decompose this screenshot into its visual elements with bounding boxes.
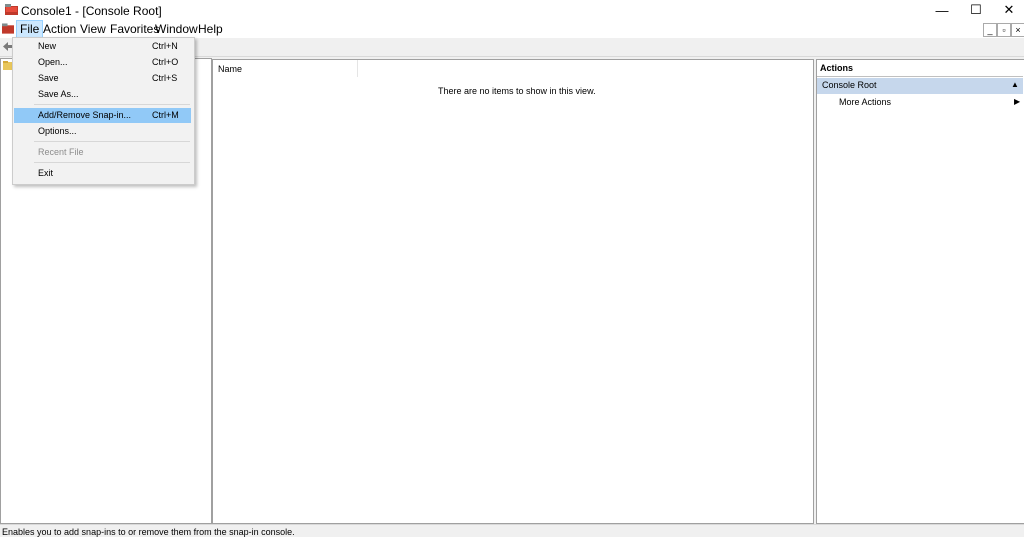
submenu-arrow-icon: ▶ xyxy=(1014,97,1021,106)
result-list-pane[interactable] xyxy=(212,59,814,524)
menu-item-open[interactable]: Open... Ctrl+O xyxy=(14,55,191,70)
column-header-name[interactable]: Name xyxy=(218,64,242,74)
menu-item-save[interactable]: Save Ctrl+S xyxy=(14,71,191,86)
menu-item-label: Save As... xyxy=(38,89,79,99)
menu-separator xyxy=(34,141,190,142)
mdi-restore-button[interactable]: ▫ xyxy=(997,23,1011,37)
menu-item-label: Save xyxy=(38,73,59,83)
menu-item-label: Recent File xyxy=(38,147,84,157)
collapse-up-icon[interactable]: ▲ xyxy=(1011,80,1019,89)
actions-divider xyxy=(817,76,1023,77)
mdi-minimize-button[interactable]: _ xyxy=(983,23,997,37)
status-text: Enables you to add snap-ins to or remove… xyxy=(2,527,295,537)
menu-item-label: Add/Remove Snap-in... xyxy=(38,110,132,120)
menu-help[interactable]: Help xyxy=(195,20,226,38)
window-title: Console1 - [Console Root] xyxy=(21,4,162,18)
menu-item-recent-file: Recent File xyxy=(14,145,191,160)
menu-item-label: Open... xyxy=(38,57,68,67)
menu-item-options[interactable]: Options... xyxy=(14,124,191,139)
menu-item-label: Options... xyxy=(38,126,77,136)
close-button[interactable]: ✕ xyxy=(992,0,1024,20)
menu-item-add-remove-snap-in[interactable]: Add/Remove Snap-in... Ctrl+M xyxy=(14,108,191,123)
mdi-close-button[interactable]: × xyxy=(1011,23,1024,37)
minimize-button[interactable]: — xyxy=(925,0,959,20)
column-divider[interactable] xyxy=(357,60,358,77)
actions-section-label[interactable]: Console Root xyxy=(822,80,877,90)
maximize-button[interactable]: ☐ xyxy=(959,0,993,20)
menu-item-new[interactable]: New Ctrl+N xyxy=(14,39,191,54)
menu-item-label: New xyxy=(38,41,57,51)
actions-pane xyxy=(816,59,1024,524)
mmc-console-icon[interactable] xyxy=(2,23,14,35)
menu-item-save-as[interactable]: Save As... xyxy=(14,87,191,102)
menu-item-shortcut: Ctrl+N xyxy=(152,41,178,51)
mmc-console-icon xyxy=(5,4,18,15)
menu-window[interactable]: Window xyxy=(152,20,201,38)
menu-item-shortcut: Ctrl+M xyxy=(152,110,179,120)
menu-item-shortcut: Ctrl+S xyxy=(152,73,178,83)
empty-list-message: There are no items to show in this view. xyxy=(438,86,596,96)
menu-action[interactable]: Action xyxy=(40,20,79,38)
menu-separator xyxy=(34,162,190,163)
more-actions-item[interactable]: More Actions xyxy=(839,97,891,107)
menu-separator xyxy=(34,104,190,105)
menu-item-exit[interactable]: Exit xyxy=(14,166,191,181)
actions-pane-title: Actions xyxy=(820,63,854,73)
menu-view[interactable]: View xyxy=(77,20,109,38)
menu-item-label: Exit xyxy=(38,168,54,178)
menu-item-shortcut: Ctrl+O xyxy=(152,57,179,67)
